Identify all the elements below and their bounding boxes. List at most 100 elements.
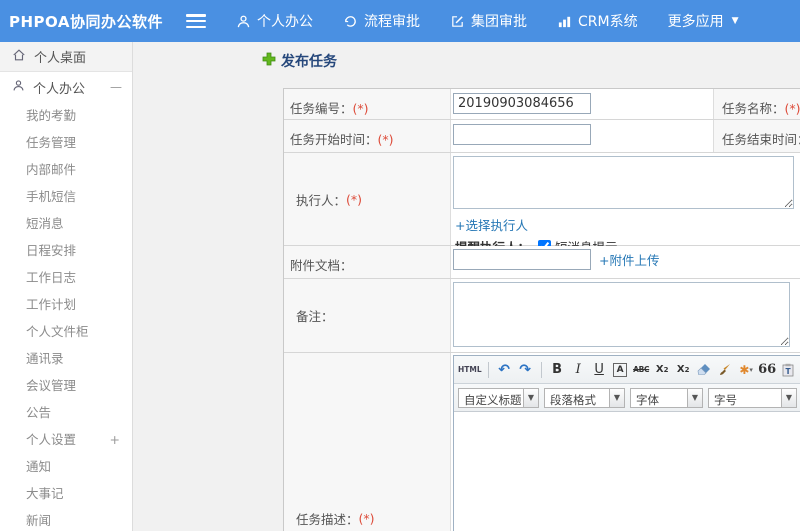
required-mark: (*): [377, 132, 394, 147]
home-icon: [12, 48, 26, 66]
paste-button[interactable]: T: [779, 360, 798, 380]
sidebar-item-label: 个人设置: [26, 432, 77, 447]
quick-format-button[interactable]: ✱ ▾: [737, 360, 756, 380]
nav-crm-system[interactable]: CRM系统: [557, 11, 638, 31]
page-title: 发布任务: [262, 51, 337, 71]
form-row-attachment: 附件文档： +附件上传: [284, 246, 800, 279]
sidebar-item-personal-office[interactable]: 个人办公 —: [0, 72, 132, 102]
nav-more-apps[interactable]: 更多应用 ▼: [668, 11, 739, 31]
format-painter-button[interactable]: [716, 360, 735, 380]
sidebar: 个人桌面 个人办公 — 我的考勤 任务管理 内部邮件 手机短信 短消息 日程安排…: [0, 42, 133, 531]
app-logo: PHPOA协同办公软件: [9, 12, 163, 31]
sidebar-item-work-log[interactable]: 工作日志: [0, 264, 132, 291]
description-label: 任务描述： (*): [284, 353, 451, 531]
italic-button[interactable]: I: [569, 360, 588, 380]
required-mark: (*): [352, 101, 369, 116]
sidebar-item-desktop[interactable]: 个人桌面: [0, 42, 132, 72]
required-mark: (*): [346, 191, 363, 207]
attachment-label: 附件文档：: [284, 246, 451, 278]
caret-down-icon: ▼: [609, 388, 624, 407]
editor-toolbar-row2: 自定义标题 ▼ 段落格式 ▼ 字体 ▼ 字号 ▼: [454, 384, 800, 412]
executor-textarea[interactable]: [453, 156, 794, 209]
sidebar-item-events[interactable]: 大事记: [0, 480, 132, 507]
history-arrow-icon: [343, 14, 358, 29]
required-mark: (*): [784, 101, 800, 116]
svg-text:T: T: [786, 367, 792, 376]
attachment-upload-link[interactable]: +附件上传: [599, 250, 659, 269]
remark-textarea[interactable]: [453, 282, 790, 347]
strikethrough-button[interactable]: ABC: [632, 360, 651, 380]
redo-button[interactable]: ↷: [516, 360, 535, 380]
collapse-icon[interactable]: —: [110, 80, 122, 94]
form-row-remark: 备注：: [284, 279, 800, 353]
remark-cell: [451, 279, 800, 352]
caret-down-icon: ▾: [749, 365, 753, 374]
user-icon: [12, 79, 25, 96]
sidebar-item-work-plan[interactable]: 工作计划: [0, 291, 132, 318]
font-style-button[interactable]: A: [611, 360, 630, 380]
superscript-button[interactable]: X2: [653, 360, 672, 380]
nav-group-approval[interactable]: 集团审批: [450, 11, 527, 31]
remark-label: 备注：: [284, 279, 451, 352]
choose-executor-link[interactable]: +选择执行人: [455, 215, 800, 234]
page-title-text: 发布任务: [281, 54, 337, 70]
sidebar-item-announcement[interactable]: 公告: [0, 399, 132, 426]
sidebar-item-attendance[interactable]: 我的考勤: [0, 102, 132, 129]
description-cell: HTML ↶ ↷ B I U A ABC X2 X2 ✱ ▾ 66 T 自定义标…: [451, 353, 800, 531]
font-size-dropdown[interactable]: 字号 ▼: [708, 387, 797, 408]
task-name-label: 任务名称：(*): [713, 89, 800, 119]
sidebar-item-task-management[interactable]: 任务管理: [0, 129, 132, 156]
sidebar-item-notice[interactable]: 通知: [0, 453, 132, 480]
caret-down-icon: ▼: [781, 388, 796, 407]
custom-title-dropdown[interactable]: 自定义标题 ▼: [458, 387, 539, 408]
magic-wand-icon: ✱: [739, 362, 750, 377]
eraser-button[interactable]: [695, 360, 714, 380]
nav-workflow-approval[interactable]: 流程审批: [343, 11, 420, 31]
source-code-button[interactable]: HTML: [458, 360, 482, 380]
sidebar-item-mobile-sms[interactable]: 手机短信: [0, 183, 132, 210]
sidebar-item-meeting[interactable]: 会议管理: [0, 372, 132, 399]
nav-label: 集团审批: [471, 14, 527, 30]
form-row-task-no: 任务编号：(*) 任务名称：(*): [284, 89, 800, 120]
editor-content-area[interactable]: [454, 412, 800, 531]
subscript-button[interactable]: X2: [674, 360, 693, 380]
sidebar-item-short-message[interactable]: 短消息: [0, 210, 132, 237]
undo-button[interactable]: ↶: [495, 360, 514, 380]
sidebar-item-contacts[interactable]: 通讯录: [0, 345, 132, 372]
nav-label: 更多应用: [667, 14, 724, 30]
start-time-label: 任务开始时间：(*): [284, 120, 451, 152]
editor-toolbar-row1: HTML ↶ ↷ B I U A ABC X2 X2 ✱ ▾ 66 T: [454, 356, 800, 384]
underline-button[interactable]: U: [590, 360, 609, 380]
start-time-input[interactable]: [453, 124, 591, 145]
add-icon: [262, 52, 276, 70]
edit-square-icon: [450, 14, 465, 29]
start-time-cell: [451, 120, 713, 152]
expand-icon[interactable]: +: [110, 426, 120, 453]
sidebar-item-label: 个人桌面: [34, 51, 87, 66]
menu-toggle-icon[interactable]: [186, 14, 206, 28]
eraser-icon: [697, 364, 711, 375]
rich-text-editor: HTML ↶ ↷ B I U A ABC X2 X2 ✱ ▾ 66 T 自定义标…: [453, 355, 800, 531]
sidebar-item-schedule[interactable]: 日程安排: [0, 237, 132, 264]
sidebar-item-news[interactable]: 新闻: [0, 507, 132, 531]
form-row-description: 任务描述： (*) HTML ↶ ↷ B I U A ABC X 2 X 2 ✱…: [284, 353, 800, 531]
task-no-input[interactable]: [453, 93, 591, 114]
end-time-label: 任务结束时间：(*): [713, 120, 800, 152]
task-no-cell: [451, 89, 713, 119]
nav-label: 个人办公: [257, 14, 313, 30]
nav-personal-office[interactable]: 个人办公: [236, 11, 313, 31]
bold-button[interactable]: B: [548, 360, 567, 380]
bar-chart-icon: [557, 14, 572, 29]
clipboard-icon: T: [782, 363, 794, 376]
attachment-cell: +附件上传: [451, 246, 800, 278]
sidebar-item-internal-mail[interactable]: 内部邮件: [0, 156, 132, 183]
sidebar-item-file-cabinet[interactable]: 个人文件柜: [0, 318, 132, 345]
font-family-dropdown[interactable]: 字体 ▼: [630, 387, 703, 408]
brush-icon: [720, 364, 731, 375]
executor-label: 执行人： (*): [284, 153, 451, 245]
blockquote-button[interactable]: 66: [758, 360, 777, 380]
nav-label: 流程审批: [364, 14, 420, 30]
attachment-input[interactable]: [453, 249, 591, 270]
paragraph-format-dropdown[interactable]: 段落格式 ▼: [544, 387, 625, 408]
sidebar-item-personal-settings[interactable]: 个人设置 +: [0, 426, 132, 453]
